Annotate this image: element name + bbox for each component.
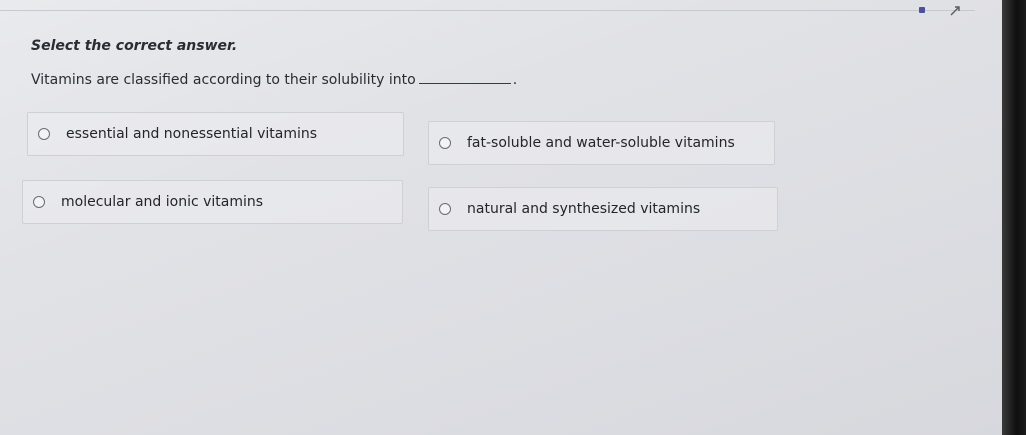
answer-blank (418, 70, 511, 84)
radio-button-icon[interactable] (38, 128, 50, 140)
radio-button-icon[interactable] (439, 203, 451, 215)
answer-option-a[interactable]: essential and nonessential vitamins (27, 112, 404, 156)
answer-option-label: natural and synthesized vitamins (467, 201, 701, 217)
answer-option-c[interactable]: molecular and ionic vitamins (22, 180, 403, 224)
radio-button-icon[interactable] (439, 137, 451, 149)
question-text: Vitamins are classified according to the… (31, 72, 416, 88)
answer-option-label: fat-soluble and water-soluble vitamins (467, 135, 735, 151)
expand-arrow-icon[interactable] (948, 4, 962, 18)
instruction-heading: Select the correct answer. (31, 38, 238, 54)
question-prompt: Vitamins are classified according to the… (31, 70, 517, 88)
monitor-bezel (1002, 0, 1026, 435)
screen: Select the correct answer. Vitamins are … (0, 0, 1002, 435)
answer-option-label: molecular and ionic vitamins (61, 194, 264, 210)
radio-button-icon[interactable] (33, 196, 45, 208)
top-divider (0, 10, 975, 11)
answer-option-b[interactable]: fat-soluble and water-soluble vitamins (428, 121, 775, 165)
question-period: . (512, 72, 518, 88)
answer-option-d[interactable]: natural and synthesized vitamins (428, 187, 778, 231)
square-icon[interactable] (917, 5, 927, 15)
answer-option-label: essential and nonessential vitamins (66, 126, 318, 142)
